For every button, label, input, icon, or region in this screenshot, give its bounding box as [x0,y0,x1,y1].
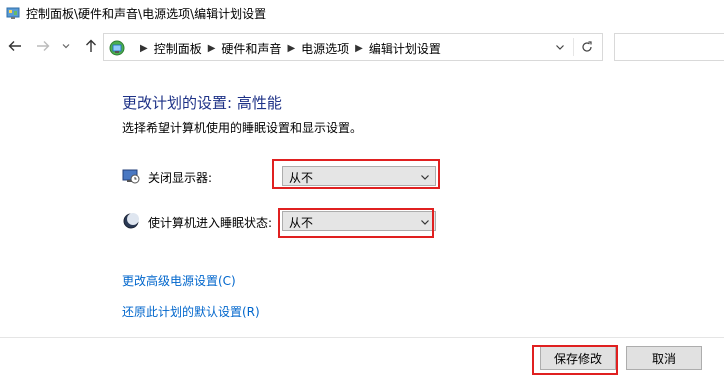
breadcrumb-separator-icon[interactable]: ▶ [287,43,295,54]
highlight-box [278,208,434,238]
restore-defaults-link[interactable]: 还原此计划的默认设置(R) [122,303,260,320]
window-title: 控制面板\硬件和声音\电源选项\编辑计划设置 [26,7,267,21]
breadcrumb-control-panel[interactable]: 控制面板 [154,40,202,57]
address-divider [573,38,574,56]
address-dropdown-chevron-icon[interactable] [552,38,568,56]
refresh-icon[interactable] [578,38,596,56]
breadcrumb-edit-plan[interactable]: 编辑计划设置 [369,40,441,57]
breadcrumb-separator-icon[interactable]: ▶ [355,43,363,54]
moon-icon [122,212,140,230]
up-arrow-icon[interactable] [82,37,100,55]
recent-locations-chevron-icon[interactable] [60,37,72,55]
title-bar: 控制面板\硬件和声音\电源选项\编辑计划设置 [0,0,724,26]
cancel-button[interactable]: 取消 [626,346,702,370]
display-off-label: 关闭显示器: [148,171,213,185]
footer-divider [0,337,724,338]
advanced-power-settings-link[interactable]: 更改高级电源设置(C) [122,272,236,289]
monitor-clock-icon [122,167,140,185]
search-input[interactable] [614,33,724,61]
breadcrumb-power-options[interactable]: 电源选项 [301,40,349,57]
forward-arrow-icon[interactable] [34,37,52,55]
sleep-label: 使计算机进入睡眠状态: [148,216,273,230]
breadcrumb: ▶ 控制面板 ▶ 硬件和声音 ▶ 电源选项 ▶ 编辑计划设置 [134,40,441,57]
highlight-box [272,159,440,189]
control-panel-icon [6,6,20,20]
back-arrow-icon[interactable] [6,37,24,55]
control-panel-icon [108,39,126,57]
address-bar[interactable]: ▶ 控制面板 ▶ 硬件和声音 ▶ 电源选项 ▶ 编辑计划设置 [103,33,603,61]
breadcrumb-separator-icon[interactable]: ▶ [208,43,216,54]
breadcrumb-separator-icon: ▶ [140,43,148,54]
breadcrumb-hardware-sound[interactable]: 硬件和声音 [221,40,281,57]
page-description: 选择希望计算机使用的睡眠设置和显示设置。 [122,121,363,135]
page-title: 更改计划的设置: 高性能 [122,94,282,112]
highlight-box [532,345,618,375]
